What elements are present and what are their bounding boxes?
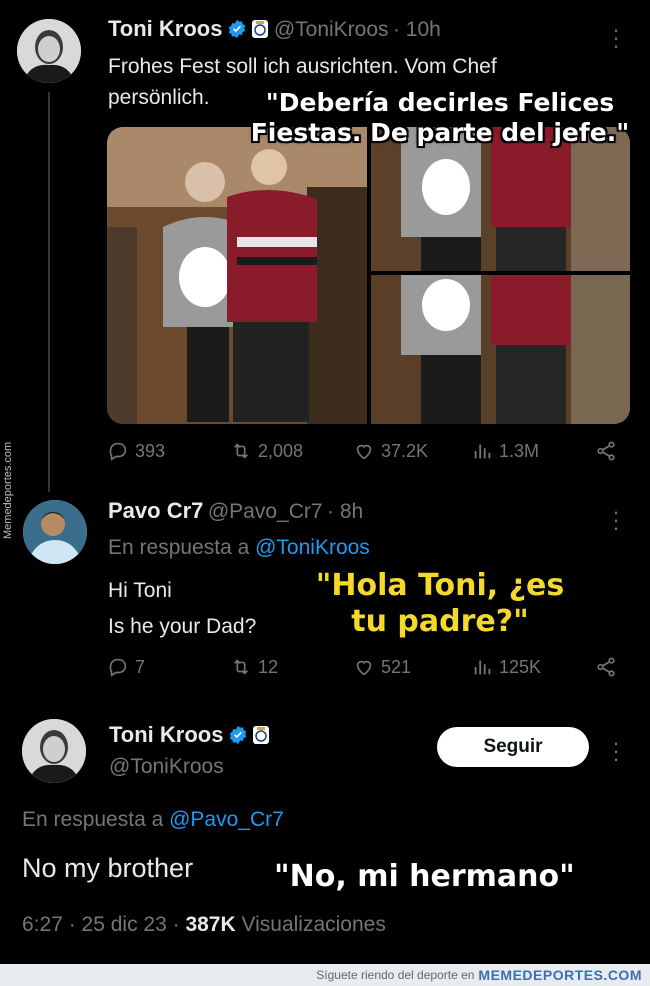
real-madrid-crest-icon <box>252 20 269 38</box>
views-icon <box>474 660 491 675</box>
tweet-timestamp[interactable]: 6:27 · 25 dic 23 · <box>22 913 180 936</box>
tweet-3-header: Toni Kroos <box>109 722 270 748</box>
meme-caption-line: tu padre?" <box>351 604 529 639</box>
reply-context: En respuesta a @Pavo_Cr7 <box>22 808 284 832</box>
verified-badge-icon <box>229 725 247 745</box>
tweet-3-text: No my brother <box>22 853 194 883</box>
follow-button[interactable]: Seguir <box>437 727 589 767</box>
reply-to-link[interactable]: @ToniKroos <box>255 536 370 559</box>
reply-count: 393 <box>135 440 166 461</box>
more-options-icon[interactable]: · · · <box>611 19 621 57</box>
tweet-photo-bottom-right[interactable] <box>371 275 630 424</box>
tweet-2-actions: 7 12 521 125K <box>107 656 627 684</box>
like-count: 521 <box>381 656 412 677</box>
footer-watermark-bar: Síguete riendo del deporte en MEMEDEPORT… <box>0 964 650 986</box>
meme-caption-line: "Hola Toni, ¿es <box>315 568 565 603</box>
author-name[interactable]: Toni Kroos <box>108 16 222 41</box>
heart-icon <box>356 660 372 676</box>
share-icon <box>597 657 615 677</box>
tweet-photo-main[interactable] <box>107 127 367 424</box>
reply-context: En respuesta a @ToniKroos <box>108 536 370 560</box>
author-handle[interactable]: @ToniKroos <box>109 755 224 779</box>
views-button[interactable]: 1.3M <box>471 440 539 462</box>
tweet-text-line: Is he your Dad? <box>108 615 257 638</box>
reply-icon <box>109 442 127 461</box>
share-button[interactable] <box>595 440 617 462</box>
footer-brand[interactable]: MEMEDEPORTES.COM <box>478 967 642 983</box>
meme-caption-2: "Hola Toni, ¿es tu padre?" <box>290 568 590 640</box>
reply-icon <box>109 658 127 677</box>
real-madrid-crest-icon <box>253 726 270 744</box>
reply-button[interactable]: 393 <box>107 440 165 462</box>
tweet-time[interactable]: · 8h <box>327 500 363 523</box>
side-watermark: Memedeportes.com <box>2 441 14 539</box>
tweet-2-text: Hi Toni Is he your Dad? <box>108 575 256 642</box>
views-button[interactable]: 125K <box>471 656 541 678</box>
meme-caption-3: "No, mi hermano" <box>274 859 575 894</box>
tweet-1-actions: 393 2,008 37.2K 1.3M <box>107 440 627 468</box>
reply-button[interactable]: 7 <box>107 656 145 678</box>
tweet-photo-top-right[interactable] <box>371 127 630 271</box>
meme-caption-1: "Debería decirles Felices Fiestas. De pa… <box>230 88 650 148</box>
more-options-icon[interactable]: · · · <box>611 501 621 539</box>
share-button[interactable] <box>595 656 617 678</box>
share-icon <box>597 441 615 461</box>
views-count: 125K <box>499 656 542 677</box>
thread-line <box>48 92 50 492</box>
retweet-icon <box>233 443 249 459</box>
retweet-count: 12 <box>258 656 279 677</box>
retweet-button[interactable]: 2,008 <box>230 440 303 462</box>
like-count: 37.2K <box>381 440 429 461</box>
reply-to-link[interactable]: @Pavo_Cr7 <box>169 808 284 831</box>
views-count: 1.3M <box>499 440 540 461</box>
views-icon <box>474 444 491 459</box>
tweet-text-line: Hi Toni <box>108 579 172 602</box>
author-handle[interactable]: @Pavo_Cr7 <box>208 500 323 523</box>
tweet-meta: 6:27 · 25 dic 23 · 387K Visualizaciones <box>22 913 386 937</box>
verified-badge-icon <box>228 19 246 39</box>
like-button[interactable]: 37.2K <box>353 440 428 462</box>
avatar-pavo-cr7[interactable] <box>23 500 87 564</box>
tweet-time[interactable]: · 10h <box>393 18 441 41</box>
views-label: Visualizaciones <box>241 913 386 936</box>
reply-count: 7 <box>135 656 146 677</box>
reply-prefix: En respuesta a <box>108 536 250 559</box>
meme-caption-line: "Debería decirles Felices <box>265 88 615 117</box>
views-total: 387K <box>185 913 236 936</box>
like-button[interactable]: 521 <box>353 656 411 678</box>
tweet-text-line: Frohes Fest soll ich ausrichten. Vom Che… <box>108 55 497 78</box>
author-name[interactable]: Pavo Cr7 <box>108 498 203 523</box>
retweet-icon <box>233 659 249 675</box>
heart-icon <box>356 444 372 460</box>
retweet-count: 2,008 <box>258 440 304 461</box>
reply-prefix: En respuesta a <box>22 808 164 831</box>
avatar-toni-kroos[interactable] <box>17 19 81 83</box>
avatar-toni-kroos[interactable] <box>22 719 86 783</box>
more-options-icon[interactable]: · · · <box>611 732 621 770</box>
tweet-2-header: Pavo Cr7 @Pavo_Cr7 · 8h <box>108 498 363 524</box>
tweet-1-header: Toni Kroos @ToniKroos · 10h <box>108 16 441 42</box>
meme-caption-line: Fiestas. De parte del jefe." <box>250 118 630 147</box>
footer-tagline: Síguete riendo del deporte en <box>316 968 475 982</box>
retweet-button[interactable]: 12 <box>230 656 278 678</box>
author-handle[interactable]: @ToniKroos <box>274 18 389 41</box>
author-name[interactable]: Toni Kroos <box>109 722 223 747</box>
